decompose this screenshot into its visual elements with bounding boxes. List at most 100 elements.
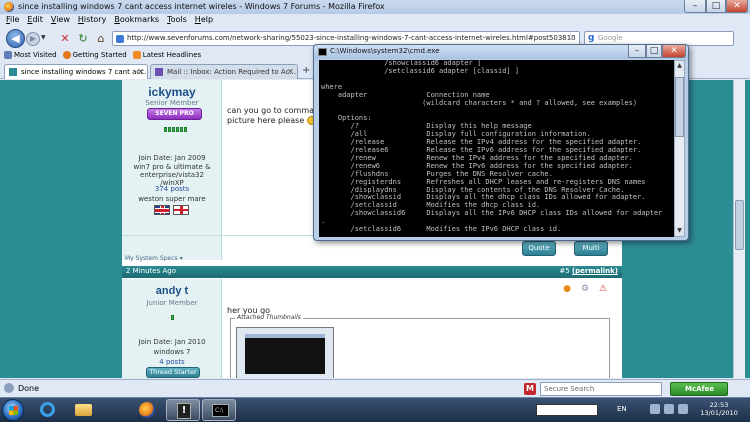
language-indicator[interactable]: EN <box>617 405 627 413</box>
scroll-up-icon[interactable]: ▲ <box>675 61 684 71</box>
os-info: windows 7 <box>153 348 191 356</box>
report-post-icon[interactable]: ⚠ <box>598 284 608 294</box>
page-scrollbar[interactable] <box>733 80 745 378</box>
post-number-text: #5 <box>559 267 570 275</box>
bookmark-getting-started[interactable]: Getting Started <box>62 49 127 61</box>
cmd-icon <box>318 48 327 56</box>
taskbar-explorer[interactable] <box>66 399 100 421</box>
firefox-icon <box>62 51 71 59</box>
menu-view[interactable]: View <box>51 14 70 26</box>
close-button[interactable]: ✕ <box>662 45 686 58</box>
cmd-icon: C:\ <box>212 404 229 417</box>
new-tab-button[interactable]: + <box>302 65 310 76</box>
attachment-thumbnail[interactable] <box>236 327 334 378</box>
minimize-button[interactable]: – <box>684 0 706 13</box>
network-icon[interactable] <box>664 404 674 414</box>
scrollbar-thumb[interactable] <box>675 77 684 137</box>
status-text: Done <box>18 384 40 393</box>
tab-forum[interactable]: since installing windows 7 cant acc... ✕ <box>4 64 148 79</box>
forum-favicon <box>9 68 17 76</box>
menu-history[interactable]: History <box>78 14 106 26</box>
google-icon: g <box>588 33 595 43</box>
bookmark-label: Most Visited <box>14 51 57 59</box>
cmd-scrollbar[interactable]: ▲ ▼ <box>674 60 685 237</box>
multi-quote-button[interactable]: Multi <box>574 241 608 256</box>
scrollbar-thumb[interactable] <box>735 200 744 250</box>
reload-icon[interactable]: ↻ <box>76 32 90 46</box>
join-date: Join Date: Jan 2010 <box>138 338 206 346</box>
search-placeholder: Google <box>598 34 623 42</box>
menu-file[interactable]: File <box>6 14 19 26</box>
username[interactable]: andy t <box>122 285 222 297</box>
seven-pro-badge: SEVEN PRO <box>147 108 202 120</box>
join-date: Join Date: Jan 2009 <box>138 154 206 162</box>
cmd-title-bar[interactable]: C:\Windows\system32\cmd.exe – □ ✕ <box>314 45 688 59</box>
secure-search-box[interactable]: Secure Search <box>540 382 662 396</box>
cmd-window-title: C:\Windows\system32\cmd.exe <box>330 47 440 55</box>
mail-favicon <box>155 68 163 76</box>
system-specs-link[interactable]: My System Specs ▾ <box>125 255 183 262</box>
taskbar-cmd[interactable]: C:\ <box>202 399 236 421</box>
menu-tools[interactable]: Tools <box>167 14 187 26</box>
location: weston super mare <box>138 195 206 203</box>
tab-label: Mail :: Inbox: Action Required to Ac... <box>167 68 297 76</box>
user-menu-icon[interactable]: ⚙ <box>580 284 590 294</box>
england-flag-icon <box>173 205 189 215</box>
tray-flag-icon[interactable] <box>650 404 660 414</box>
post-count[interactable]: 374 posts <box>122 185 222 193</box>
bookmark-latest-headlines[interactable]: Latest Headlines <box>132 49 201 61</box>
stop-icon[interactable]: ✕ <box>58 32 72 46</box>
quote-button[interactable]: Quote <box>522 241 556 256</box>
user-role: Junior Member <box>146 299 198 307</box>
close-button[interactable]: ✕ <box>726 0 748 13</box>
forward-button[interactable]: ▶ <box>26 32 40 46</box>
taskbar-search-box[interactable] <box>536 404 598 416</box>
tab-mail[interactable]: Mail :: Inbox: Action Required to Ac... … <box>150 64 298 79</box>
clock-time: 22:53 <box>709 401 729 409</box>
post-icons: ● ⚙ ⚠ <box>562 284 608 294</box>
menu-help[interactable]: Help <box>195 14 213 26</box>
maximize-button[interactable]: □ <box>646 45 662 58</box>
maximize-button[interactable]: □ <box>706 0 726 13</box>
online-status-icon: ● <box>563 284 571 294</box>
tab-close-icon[interactable]: ✕ <box>137 65 144 79</box>
user-panel: ickymay Senior Member SEVEN PRO Join Dat… <box>122 80 222 260</box>
mcafee-button[interactable]: McAfee <box>670 382 728 396</box>
bookmark-most-visited[interactable]: Most Visited <box>4 49 57 61</box>
username[interactable]: ickymay <box>122 85 222 99</box>
bookmark-label: Getting Started <box>72 51 127 59</box>
post-number: #5 (permalink) <box>559 267 618 275</box>
start-button[interactable] <box>2 399 24 421</box>
tab-close-icon[interactable]: ✕ <box>287 65 294 79</box>
taskbar-app[interactable]: ! <box>166 399 200 421</box>
menu-edit[interactable]: Edit <box>27 14 43 26</box>
rss-icon <box>132 51 141 59</box>
menu-bookmarks[interactable]: Bookmarks <box>114 14 159 26</box>
console-output[interactable]: /showclassid6 adapter ] /setclassid6 ada… <box>319 60 674 237</box>
forum-post: andy t Junior Member Join Date: Jan 2010… <box>122 279 622 378</box>
thread-starter-badge: Thread Starter <box>146 367 200 378</box>
taskbar-firefox[interactable] <box>130 399 164 421</box>
home-icon[interactable]: ⌂ <box>94 32 108 46</box>
permalink-link[interactable]: (permalink) <box>572 267 618 275</box>
app-icon: ! <box>177 403 191 419</box>
taskbar-internet-explorer[interactable] <box>30 399 64 421</box>
post-count[interactable]: 4 posts <box>122 358 222 366</box>
volume-icon[interactable] <box>678 404 688 414</box>
clock[interactable]: 22:53 13/01/2010 <box>694 401 744 417</box>
user-role: Senior Member <box>145 99 199 107</box>
history-dropdown-icon[interactable]: ▼ <box>41 34 46 41</box>
back-button[interactable]: ◀ <box>6 29 25 48</box>
console-text: /showclassid6 adapter ] /setclassid6 ada… <box>321 60 663 234</box>
scroll-down-icon[interactable]: ▼ <box>675 226 684 236</box>
minimize-button[interactable]: – <box>628 45 646 58</box>
cmd-window: C:\Windows\system32\cmd.exe – □ ✕ /showc… <box>313 44 689 241</box>
mcafee-site-advisor-icon[interactable]: M <box>524 383 536 395</box>
bookmark-star-icon[interactable]: ☆ <box>567 33 575 43</box>
specs-label: My System Specs <box>125 255 178 262</box>
post-time: 2 Minutes Ago <box>126 267 176 275</box>
site-favicon <box>116 35 124 43</box>
user-panel: andy t Junior Member Join Date: Jan 2010… <box>122 279 222 378</box>
system-tray <box>650 404 688 414</box>
folder-icon <box>75 404 92 416</box>
